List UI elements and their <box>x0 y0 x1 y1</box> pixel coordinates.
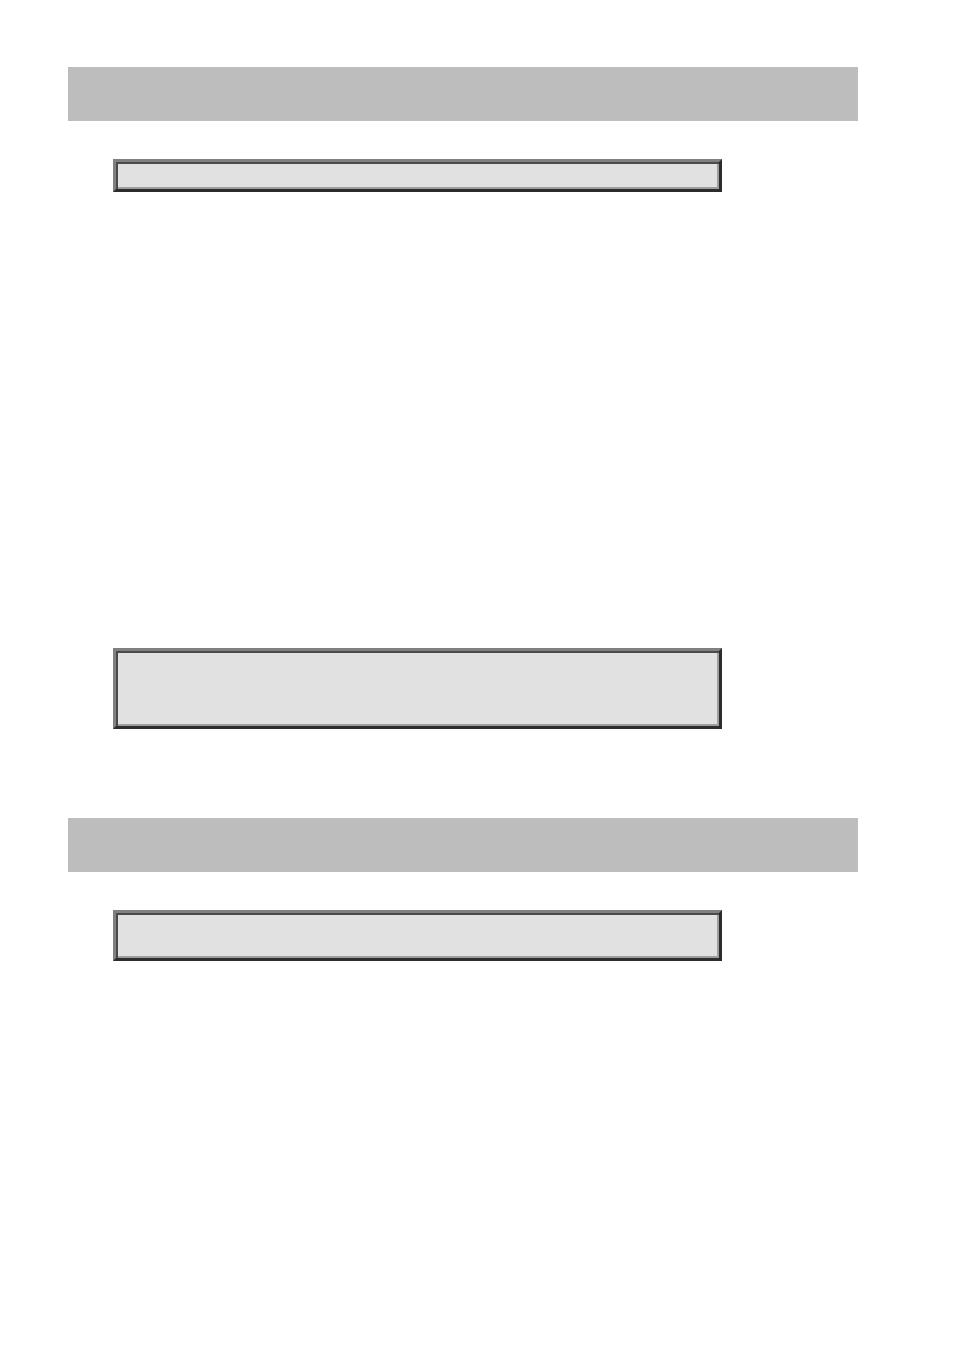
text-input-1[interactable] <box>113 159 722 192</box>
section-header-1 <box>68 67 858 121</box>
text-input-2[interactable] <box>113 910 722 961</box>
textarea-input-1[interactable] <box>113 648 722 729</box>
section-header-2 <box>68 818 858 872</box>
